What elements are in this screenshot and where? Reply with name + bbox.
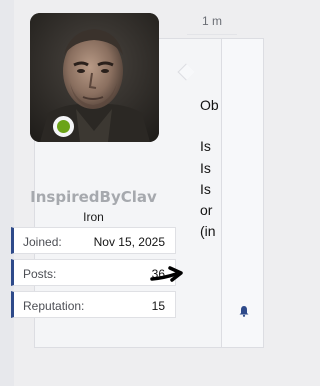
online-status-indicator (53, 116, 74, 137)
stat-label: Joined: (23, 235, 62, 249)
message-text-line: or (200, 202, 213, 218)
user-stat-joined: Joined: Nov 15, 2025 (11, 227, 176, 254)
message-text-line: Is (200, 181, 211, 197)
stat-value: Nov 15, 2025 (93, 235, 165, 249)
stat-label: Reputation: (23, 299, 85, 313)
avatar-image (30, 13, 159, 142)
stat-label: Posts: (23, 267, 57, 281)
user-title: Iron (83, 210, 104, 224)
avatar[interactable] (30, 13, 159, 142)
avatar-container[interactable] (30, 13, 159, 142)
username-link[interactable]: InspiredByClav (0, 188, 187, 206)
message-text-line: Ob (200, 97, 219, 113)
message-header-divider (187, 34, 237, 35)
user-stat-reputation: Reputation: 15 (11, 291, 176, 318)
bell-icon[interactable] (238, 305, 250, 317)
message-timestamp[interactable]: 1 m (202, 14, 222, 28)
arrow-right-icon (150, 266, 183, 282)
message-text-line: Is (200, 160, 211, 176)
message-text-line: Is (200, 138, 211, 154)
message-text-line: (in (200, 223, 216, 239)
stat-value: 15 (151, 299, 165, 313)
